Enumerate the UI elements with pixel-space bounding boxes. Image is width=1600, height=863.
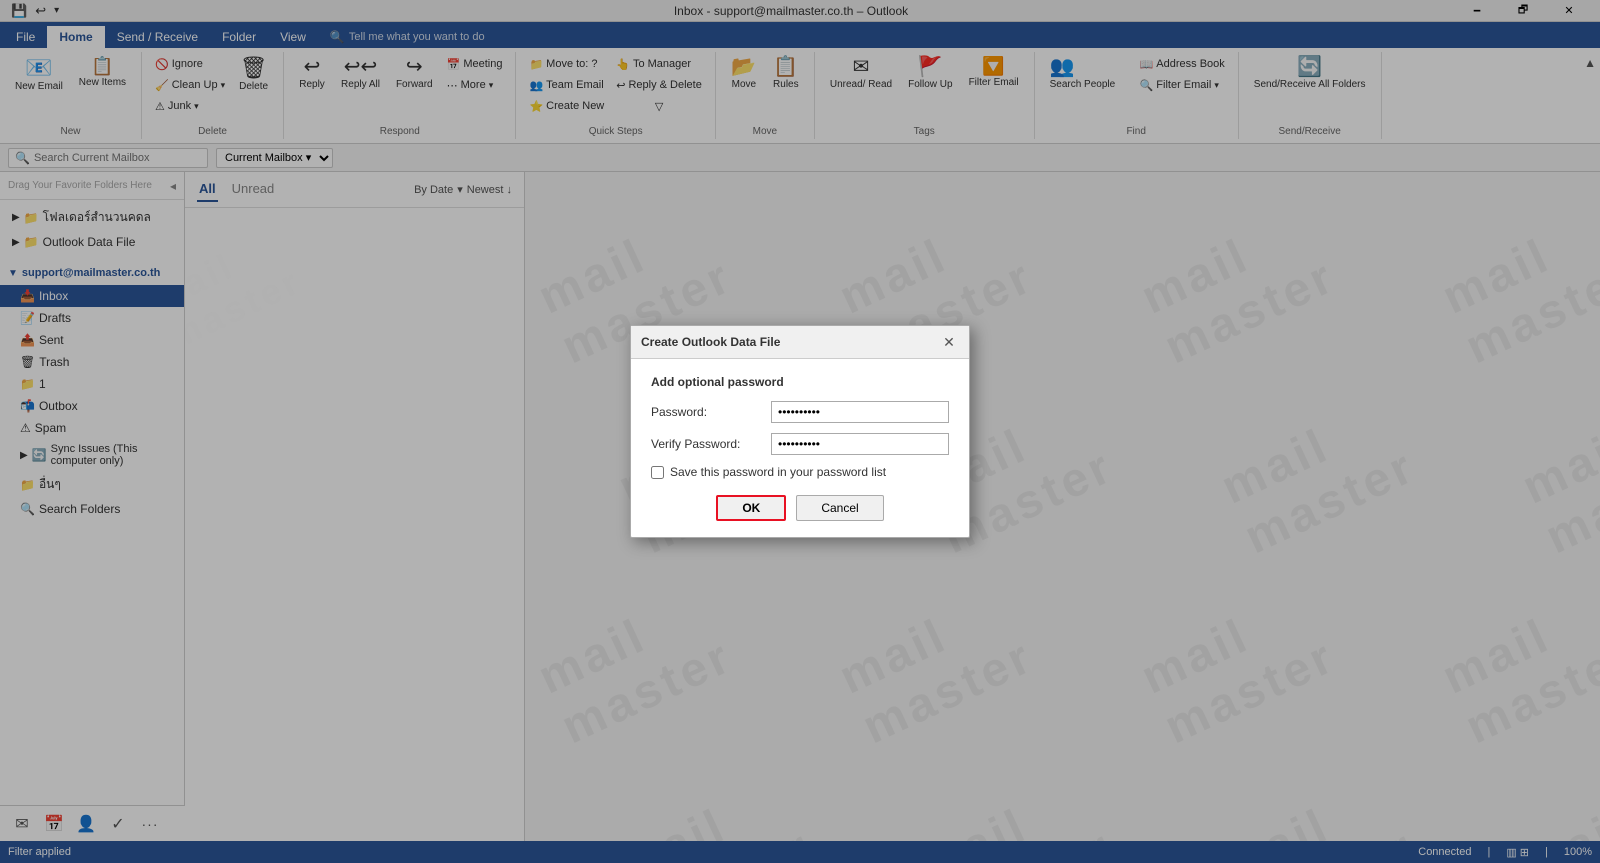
password-label: Password:: [651, 405, 771, 419]
verify-label: Verify Password:: [651, 437, 771, 451]
verify-password-input[interactable]: [771, 433, 949, 455]
verify-password-field: Verify Password:: [651, 433, 949, 455]
dialog-close-button[interactable]: ✕: [939, 332, 959, 352]
dialog-title: Create Outlook Data File: [641, 335, 780, 349]
password-input[interactable]: [771, 401, 949, 423]
dialog-buttons: OK Cancel: [651, 495, 949, 521]
create-data-file-dialog: Create Outlook Data File ✕ Add optional …: [630, 325, 970, 538]
save-password-checkbox-wrap: Save this password in your password list: [651, 465, 949, 479]
password-field: Password:: [651, 401, 949, 423]
dialog-body: Add optional password Password: Verify P…: [631, 359, 969, 537]
save-password-checkbox[interactable]: [651, 466, 664, 479]
dialog-titlebar: Create Outlook Data File ✕: [631, 326, 969, 359]
dialog-ok-button[interactable]: OK: [716, 495, 786, 521]
save-password-label[interactable]: Save this password in your password list: [670, 465, 886, 479]
dialog-cancel-button[interactable]: Cancel: [796, 495, 883, 521]
dialog-section-title: Add optional password: [651, 375, 949, 389]
modal-overlay: Create Outlook Data File ✕ Add optional …: [0, 0, 1600, 863]
